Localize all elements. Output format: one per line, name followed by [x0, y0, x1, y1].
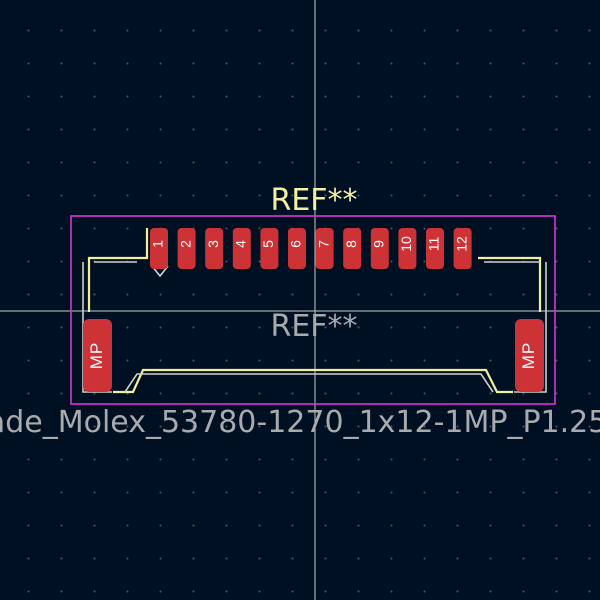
signal-pad-number: 1 — [150, 240, 166, 248]
reference-fab[interactable]: REF** — [270, 309, 357, 344]
footprint-view[interactable]: 123456789101112 MP MP REF** REF** Molex_… — [0, 0, 600, 600]
reference-silkscreen[interactable]: REF** — [270, 183, 357, 218]
signal-pad-number: 12 — [453, 236, 469, 252]
signal-pad-number: 2 — [177, 240, 193, 248]
mounting-pad-right-label: MP — [519, 342, 538, 370]
signal-pad-4[interactable]: 4 — [233, 228, 251, 269]
mounting-pad-right[interactable]: MP — [515, 319, 544, 392]
pcb-footprint-canvas[interactable]: 123456789101112 MP MP REF** REF** Molex_… — [0, 0, 600, 600]
signal-pad-6[interactable]: 6 — [288, 228, 306, 269]
signal-pad-2[interactable]: 2 — [177, 228, 196, 269]
signal-pad-3[interactable]: 3 — [205, 228, 224, 269]
signal-pad-number: 4 — [233, 240, 249, 248]
signal-pad-9[interactable]: 9 — [371, 228, 389, 269]
signal-pad-number: 7 — [315, 240, 331, 248]
signal-pad-number: 3 — [205, 240, 221, 248]
signal-pad-5[interactable]: 5 — [260, 228, 279, 269]
signal-pad-8[interactable]: 8 — [343, 228, 362, 269]
signal-pad-number: 8 — [343, 240, 359, 248]
signal-pads[interactable]: 1 2 3 4 5 6 7 8 9 10 11 12 — [150, 228, 472, 269]
signal-pad-10[interactable]: 10 — [398, 228, 417, 269]
signal-pad-number: 10 — [398, 236, 414, 252]
mounting-pad-left[interactable]: MP — [83, 319, 112, 392]
signal-pad-number: 5 — [260, 240, 276, 248]
signal-pad-7[interactable]: 7 — [315, 228, 334, 269]
mounting-pad-left-label: MP — [87, 342, 106, 370]
signal-pad-number: 9 — [371, 240, 387, 248]
signal-pad-number: 11 — [426, 237, 442, 252]
signal-pad-11[interactable]: 11 — [426, 228, 444, 269]
footprint-value[interactable]: Molex_PicoBlade_Molex_53780-1270_1x12-1M… — [0, 405, 600, 440]
signal-pad-12[interactable]: 12 — [453, 228, 472, 269]
signal-pad-1[interactable]: 1 — [150, 228, 168, 269]
signal-pad-number: 6 — [288, 240, 304, 248]
